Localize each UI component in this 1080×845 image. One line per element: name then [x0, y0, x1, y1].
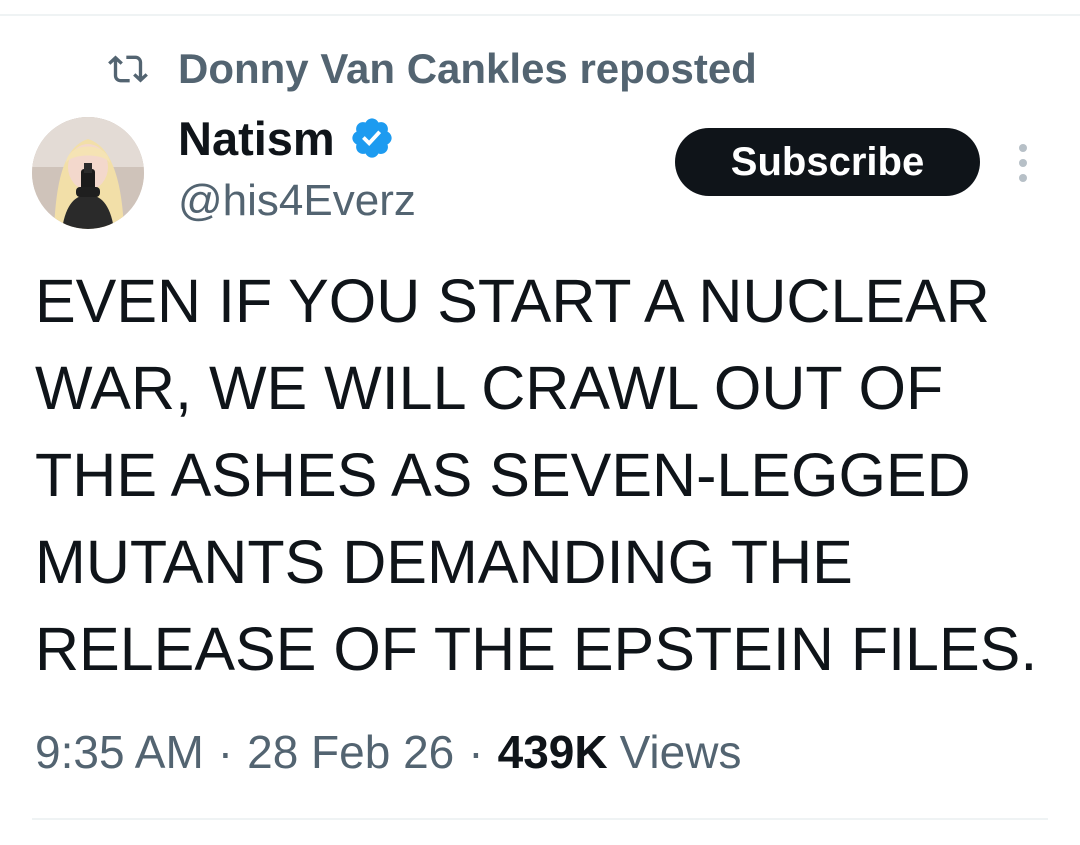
author-handle[interactable]: @his4Everz: [178, 176, 416, 226]
tweet-line: WAR, WE WILL CRAWL OUT OF: [35, 354, 944, 422]
views-count[interactable]: 439K: [498, 725, 608, 779]
repost-label: Donny Van Cankles reposted: [178, 45, 757, 92]
display-name[interactable]: Natism: [178, 111, 335, 166]
subscribe-button[interactable]: Subscribe: [675, 128, 980, 196]
more-vertical-icon[interactable]: [1010, 140, 1036, 186]
author-name-row[interactable]: Natism: [178, 108, 395, 168]
repost-header[interactable]: Donny Van Cankles reposted: [108, 42, 757, 96]
tweet-time[interactable]: 9:35 AM: [35, 725, 204, 779]
tweet-text: EVEN IF YOU START A NUCLEAR WAR, WE WILL…: [35, 258, 1055, 693]
tweet-meta: 9:35 AM · 28 Feb 26 · 439K Views: [35, 720, 741, 784]
verified-badge-icon: [349, 115, 395, 161]
tweet-line: EVEN IF YOU START A NUCLEAR: [35, 267, 990, 335]
bottom-divider: [32, 818, 1048, 820]
meta-separator: ·: [468, 726, 484, 778]
repost-icon: [108, 49, 148, 89]
tweet-line: MUTANTS DEMANDING THE: [35, 528, 853, 596]
tweet-date[interactable]: 28 Feb 26: [247, 725, 454, 779]
views-label: Views: [619, 726, 742, 778]
tweet-line: RELEASE OF THE EPSTEIN FILES.: [35, 615, 1038, 683]
avatar[interactable]: [32, 117, 144, 229]
tweet-line: THE ASHES AS SEVEN-LEGGED: [35, 441, 971, 509]
top-divider: [0, 14, 1080, 16]
meta-separator: ·: [217, 726, 234, 778]
